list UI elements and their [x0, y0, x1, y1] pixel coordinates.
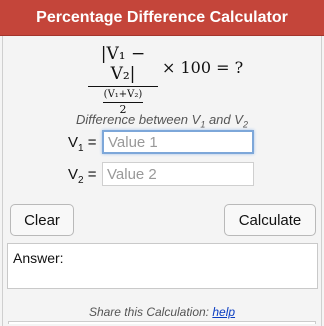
- subtitle-mid: and V: [205, 112, 243, 127]
- calculate-button[interactable]: Calculate: [224, 204, 316, 236]
- formula-numerator: |V₁ − V₂|: [100, 44, 146, 84]
- fraction-bar: [88, 86, 158, 87]
- v2-label-eq: =: [83, 166, 97, 183]
- v1-input[interactable]: [102, 130, 254, 154]
- formula: |V₁ − V₂| (V₁+V₂) 2 × 100 = ?: [0, 44, 324, 116]
- clear-button[interactable]: Clear: [10, 204, 74, 236]
- subtitle-sub2: 2: [242, 119, 248, 130]
- denominator-top: (V₁+V₂): [103, 89, 143, 100]
- answer-label: Answer:: [13, 250, 64, 266]
- help-link[interactable]: help: [212, 305, 235, 319]
- calculator-header: Percentage Difference Calculator: [0, 0, 324, 36]
- v1-label-eq: =: [83, 134, 97, 151]
- share-text: Share this Calculation:: [88, 305, 213, 319]
- answer-box: Answer:: [7, 243, 318, 289]
- form-subtitle: Difference between V1 and V2: [0, 112, 324, 130]
- calculator-title: Percentage Difference Calculator: [36, 8, 288, 26]
- subtitle-prefix: Difference between V: [76, 112, 201, 127]
- v1-label-base: V: [68, 134, 79, 151]
- formula-rest: × 100 = ?: [162, 58, 244, 77]
- share-line: Share this Calculation: help: [0, 305, 324, 319]
- v2-label: V2 =: [68, 166, 97, 186]
- v2-input[interactable]: [102, 162, 254, 186]
- v1-label: V1 =: [68, 134, 97, 154]
- v2-label-base: V: [68, 166, 79, 183]
